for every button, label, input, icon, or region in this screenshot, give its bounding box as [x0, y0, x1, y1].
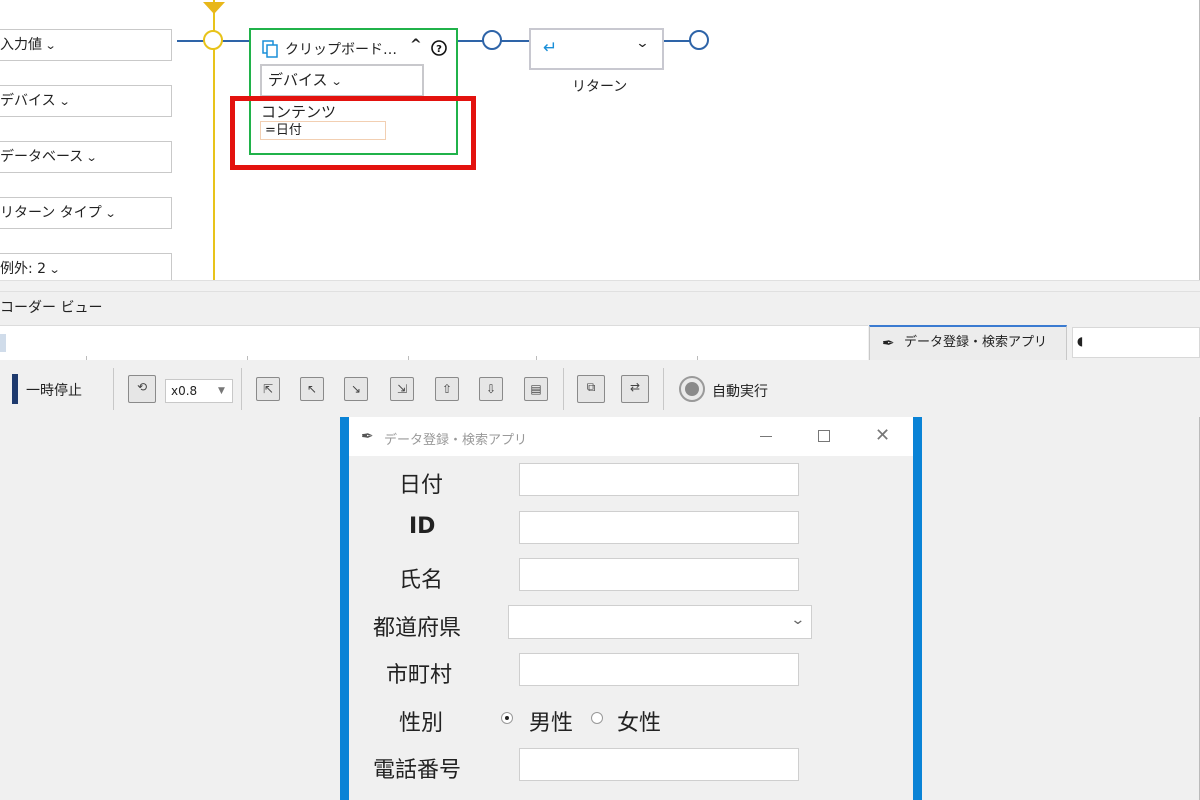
- recorder-tab-strip: ✒ データ登録・検索アプリ ◖: [0, 325, 1200, 361]
- chevron-down-icon[interactable]: ⌄: [635, 36, 649, 51]
- app-title: データ登録・検索アプリ: [384, 433, 528, 448]
- feather-icon: ✒: [882, 334, 895, 352]
- prop-return-type[interactable]: リターン タイプ ⌄: [0, 197, 172, 229]
- chevron-down-icon: ⌄: [790, 612, 806, 628]
- date-label: 日付: [399, 473, 444, 498]
- name-label: 氏名: [399, 568, 444, 593]
- device-dropdown[interactable]: デバイス ⌄: [260, 64, 424, 97]
- auto-run-icon[interactable]: [679, 376, 705, 402]
- start-connector-ring[interactable]: [203, 30, 223, 50]
- toolbar-divider: [113, 368, 114, 410]
- id-input[interactable]: [519, 511, 799, 544]
- chevron-down-icon: ⌄: [330, 75, 343, 88]
- gender-male-radio[interactable]: [501, 712, 513, 724]
- date-input[interactable]: [519, 463, 799, 496]
- start-marker-icon: [203, 2, 225, 14]
- document-icon[interactable]: ▤: [524, 377, 548, 401]
- move-down-right-icon[interactable]: ↘: [344, 377, 368, 401]
- prop-database[interactable]: データベース ⌄: [0, 141, 172, 173]
- prop-input-value-label: 入力値: [0, 37, 42, 53]
- connector-ring[interactable]: [482, 30, 502, 50]
- collapse-chevron-up-icon[interactable]: ^: [410, 37, 422, 53]
- pause-icon[interactable]: [12, 374, 18, 404]
- return-node-label: リターン: [572, 79, 628, 95]
- device-dropdown-label: デバイス: [268, 71, 328, 89]
- city-label: 市町村: [386, 663, 453, 688]
- toolbar-divider: [663, 368, 664, 410]
- gender-label: 性別: [399, 711, 444, 736]
- toolbar-divider: [563, 368, 564, 410]
- app-window: ✒ データ登録・検索アプリ ✕ 日付 ID 氏名 都道府県 ⌄ 市町村 性別 男…: [340, 417, 922, 800]
- clipboard-node-title: クリップボード…: [285, 42, 397, 58]
- move-up-left-icon[interactable]: ↖: [300, 377, 324, 401]
- recorder-title: コーダー ビュー: [0, 300, 103, 316]
- chevron-down-icon: ⌄: [58, 95, 71, 108]
- prop-exceptions[interactable]: 例外: 2 ⌄: [0, 253, 172, 280]
- city-input[interactable]: [519, 653, 799, 686]
- auto-run-button[interactable]: 自動実行: [712, 381, 768, 401]
- tab-data-entry-app-label: データ登録・検索アプリ: [904, 335, 1048, 350]
- prop-device-label: デバイス: [0, 93, 56, 109]
- maximize-icon[interactable]: [818, 430, 830, 442]
- phone-input[interactable]: [519, 748, 799, 781]
- prop-exceptions-label: 例外: 2: [0, 261, 47, 277]
- panel-splitter[interactable]: [0, 280, 1200, 292]
- gender-female-label[interactable]: 女性: [617, 705, 661, 737]
- timeline-area: [0, 325, 868, 361]
- prop-device[interactable]: デバイス ⌄: [0, 85, 172, 117]
- close-icon[interactable]: ✕: [875, 425, 890, 446]
- move-bottom-right-icon[interactable]: ⇲: [390, 377, 414, 401]
- tab-icon: ◖: [1077, 334, 1084, 348]
- end-connector-ring[interactable]: [689, 30, 709, 50]
- recorder-workspace: ✒ データ登録・検索アプリ ✕ 日付 ID 氏名 都道府県 ⌄ 市町村 性別 男…: [0, 417, 1200, 800]
- svg-text:?: ?: [436, 44, 442, 55]
- pause-button[interactable]: 一時停止: [26, 380, 82, 400]
- minimize-icon[interactable]: [760, 436, 772, 437]
- speed-select-value: x0.8: [171, 384, 198, 398]
- toolbar-divider: [241, 368, 242, 410]
- id-label: ID: [409, 514, 436, 539]
- prefecture-select[interactable]: ⌄: [508, 605, 812, 639]
- screen-swap-icon[interactable]: ⇄: [621, 375, 649, 403]
- rewind-screen-icon[interactable]: ⟲: [128, 375, 156, 403]
- prefecture-label: 都道府県: [373, 616, 462, 641]
- chevron-down-icon: ⌄: [85, 151, 98, 164]
- gender-male-label[interactable]: 男性: [529, 705, 573, 737]
- prop-input-value[interactable]: 入力値 ⌄: [0, 29, 172, 61]
- timeline-marker: [0, 334, 6, 352]
- move-top-left-icon[interactable]: ⇱: [256, 377, 280, 401]
- prop-return-type-label: リターン タイプ: [0, 205, 102, 221]
- speed-select[interactable]: x0.8 ▼: [165, 379, 233, 403]
- name-input[interactable]: [519, 558, 799, 591]
- chevron-down-icon: ⌄: [104, 207, 117, 220]
- move-up-icon[interactable]: ⇧: [435, 377, 459, 401]
- highlight-annotation: [230, 96, 476, 170]
- flow-editor-canvas: 入力値 ⌄ デバイス ⌄ データベース ⌄ リターン タイプ ⌄ 例外: 2 ⌄ クリップ…: [0, 0, 1200, 280]
- gender-female-radio[interactable]: [591, 712, 603, 724]
- tab-data-entry-app[interactable]: ✒ データ登録・検索アプリ: [869, 325, 1067, 360]
- move-down-icon[interactable]: ⇩: [479, 377, 503, 401]
- screen-capture-icon[interactable]: ⧉: [577, 375, 605, 403]
- feather-icon: ✒: [361, 427, 374, 445]
- copy-icon: [262, 40, 278, 58]
- app-titlebar: ✒ データ登録・検索アプリ ✕: [349, 417, 913, 456]
- recorder-toolbar: 一時停止 ⟲ x0.8 ▼ ⇱ ↖ ↘ ⇲ ⇧ ⇩ ▤ ⧉ ⇄ 自動実行: [0, 360, 1200, 417]
- chevron-down-icon: ⌄: [44, 39, 57, 52]
- prop-database-label: データベース: [0, 149, 84, 165]
- dropdown-arrow-icon: ▼: [218, 386, 225, 396]
- return-arrow-icon: ↵: [543, 38, 558, 58]
- tab-blank[interactable]: ◖: [1072, 327, 1200, 358]
- return-node[interactable]: ↵ ⌄: [529, 28, 664, 70]
- app-window-body: ✒ データ登録・検索アプリ ✕ 日付 ID 氏名 都道府県 ⌄ 市町村 性別 男…: [349, 417, 913, 800]
- recorder-header: コーダー ビュー: [0, 292, 1200, 325]
- phone-label: 電話番号: [373, 758, 462, 783]
- help-icon[interactable]: ?: [431, 40, 447, 56]
